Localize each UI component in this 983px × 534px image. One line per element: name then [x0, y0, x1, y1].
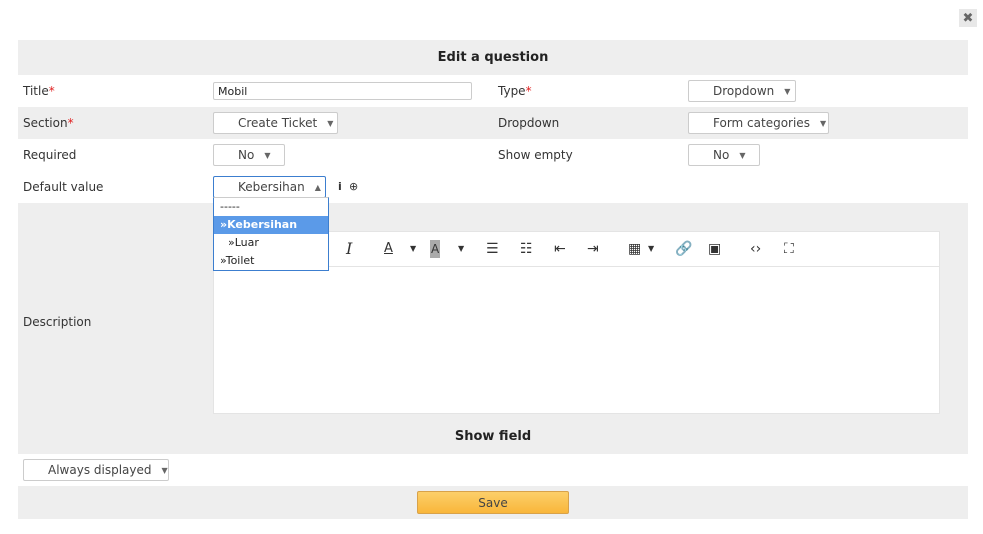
section-label: Section* — [23, 116, 74, 130]
row-title-type: Title* Type* Dropdown▼ — [18, 75, 968, 107]
chevron-down-icon: ▼ — [327, 118, 334, 128]
table-icon[interactable]: ▦ — [628, 240, 641, 258]
option-toilet[interactable]: »Toilet — [214, 252, 328, 270]
info-icon[interactable]: i — [338, 171, 342, 203]
row-display: Always displayed ▼ — [18, 454, 968, 486]
chevron-down-icon: ▼ — [784, 86, 791, 96]
required-select[interactable]: No ▼ — [213, 144, 285, 166]
show-field-title: Show field — [18, 419, 968, 454]
row-required-showempty: Required No ▼ Show empty No ▼ — [18, 139, 968, 171]
chevron-down-icon: ▼ — [819, 118, 827, 128]
outdent-icon[interactable]: ⇤ — [554, 240, 566, 258]
numbered-list-icon[interactable]: ☷ — [520, 240, 533, 258]
save-bar: Save — [18, 486, 968, 519]
display-select[interactable]: Always displayed ▼ — [23, 459, 169, 481]
edit-question-dialog: Edit a question Title* Type* Dropdown▼ S… — [18, 40, 968, 519]
spacer-row — [18, 203, 968, 226]
dropdown-select[interactable]: Form categories ▼ — [688, 112, 829, 134]
background-color-icon[interactable]: A — [430, 240, 441, 258]
show-empty-select[interactable]: No ▼ — [688, 144, 760, 166]
required-label: Required — [23, 148, 77, 162]
row-default-value: Default value Kebersihan ▲ i ⊕ — [18, 171, 968, 203]
dropdown-label: Dropdown — [498, 116, 560, 130]
type-label: Type* — [498, 84, 532, 98]
title-label: Title* — [23, 84, 55, 98]
code-icon[interactable]: ‹› — [750, 240, 761, 258]
italic-icon[interactable]: I — [346, 240, 352, 258]
link-icon[interactable]: 🔗 — [675, 240, 692, 258]
add-circle-icon[interactable]: ⊕ — [349, 171, 358, 203]
chevron-down-icon[interactable]: ▼ — [648, 240, 654, 258]
default-value-options: ----- »Kebersihan »Luar »Toilet — [213, 197, 329, 271]
bullet-list-icon[interactable]: ☰ — [486, 240, 499, 258]
chevron-down-icon: ▼ — [739, 150, 746, 160]
description-label: Description — [23, 315, 92, 329]
chevron-down-icon: ▼ — [161, 465, 168, 475]
row-description: Description I A ▼ A ▼ ☰ ☷ ⇤ ⇥ ▦ ▼ 🔗 ▣ ‹›… — [18, 226, 968, 419]
option-kebersihan[interactable]: »Kebersihan — [214, 216, 328, 234]
row-section-dropdown: Section* Create Ticket ▼ Dropdown Form ca… — [18, 107, 968, 139]
chevron-up-icon: ▲ — [314, 182, 321, 192]
option-empty[interactable]: ----- — [214, 198, 328, 216]
chevron-down-icon[interactable]: ▼ — [458, 240, 464, 258]
default-value-label: Default value — [23, 180, 104, 194]
fullscreen-icon[interactable]: ⛶ — [784, 240, 794, 258]
dialog-title: Edit a question — [18, 40, 968, 75]
section-select[interactable]: Create Ticket ▼ — [213, 112, 338, 134]
chevron-down-icon: ▼ — [264, 150, 271, 160]
image-icon[interactable]: ▣ — [708, 240, 721, 258]
option-luar[interactable]: »Luar — [214, 234, 328, 252]
type-select[interactable]: Dropdown ▼ — [688, 80, 796, 102]
chevron-down-icon[interactable]: ▼ — [410, 240, 416, 258]
indent-icon[interactable]: ⇥ — [587, 240, 599, 258]
font-color-icon[interactable]: A — [384, 240, 393, 258]
title-input[interactable] — [213, 82, 472, 100]
default-value-select[interactable]: Kebersihan ▲ — [213, 176, 326, 198]
save-button[interactable]: Save — [417, 491, 569, 514]
close-icon[interactable]: ✖ — [959, 9, 977, 27]
show-empty-label: Show empty — [498, 148, 573, 162]
